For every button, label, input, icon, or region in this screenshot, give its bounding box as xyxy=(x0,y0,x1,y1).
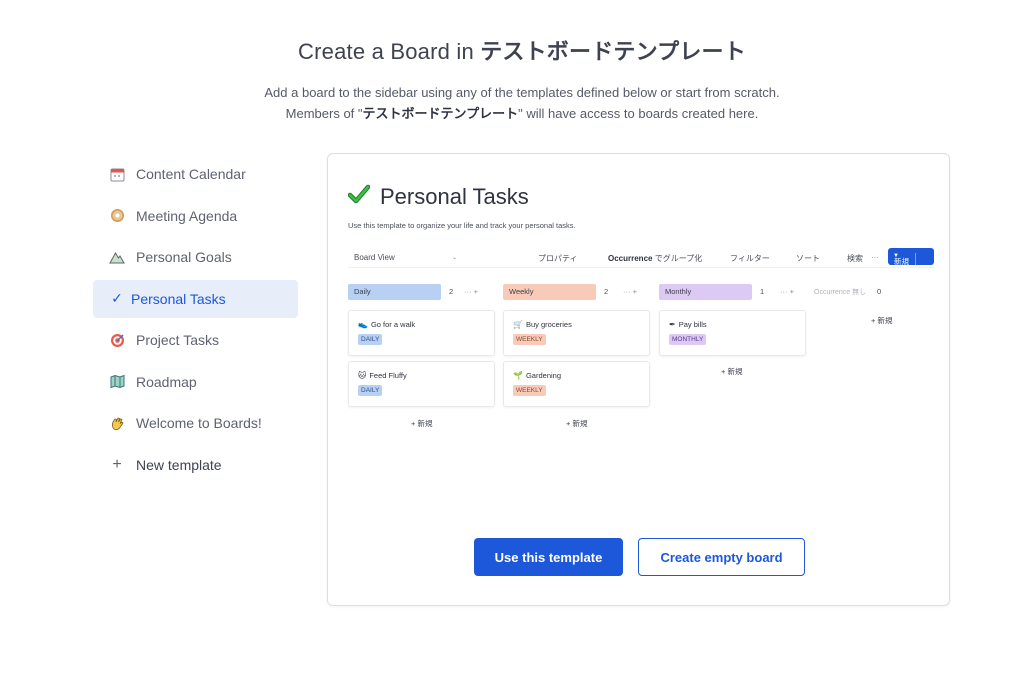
preview-description: Use this template to organize your life … xyxy=(348,221,576,230)
cat-icon: 🐱 xyxy=(358,371,367,380)
filter-button[interactable]: フィルター xyxy=(730,253,770,264)
card-title-text: Feed Fluffy xyxy=(369,371,407,380)
card-title-text: Buy groceries xyxy=(525,320,572,329)
group-header-hidden: Occurrence 無し 0 xyxy=(814,284,914,300)
template-item-label: Meeting Agenda xyxy=(136,207,238,224)
card-title: 🛒 Buy groceries xyxy=(513,320,572,329)
card-title: 👟 Go for a walk xyxy=(358,320,415,329)
more-icon[interactable]: ··· xyxy=(871,253,879,262)
group-pill[interactable]: Monthly xyxy=(659,284,752,300)
calendar-icon xyxy=(109,166,125,182)
card-tag: DAILY xyxy=(358,334,383,345)
card-tag: DAILY xyxy=(358,385,383,396)
subtitle-line-2: Members of "テストボードテンプレート" will have acce… xyxy=(0,103,1024,124)
add-card-monthly[interactable]: + 新規 xyxy=(721,366,742,377)
subtitle-prefix: Members of " xyxy=(285,106,363,121)
group-pill[interactable]: Weekly xyxy=(503,284,596,300)
template-item-label: Welcome to Boards! xyxy=(136,415,262,431)
wave-icon xyxy=(109,415,125,431)
card-feed-fluffy[interactable]: 🐱 Feed Fluffy DAILY xyxy=(348,361,495,407)
group-count: 2 xyxy=(604,287,609,296)
new-card-button[interactable]: 新規 ▼ xyxy=(888,248,934,270)
properties-button[interactable]: プロパティ xyxy=(538,253,578,264)
add-card-hidden[interactable]: + 新規 xyxy=(871,315,892,326)
template-item-roadmap[interactable]: Roadmap xyxy=(93,363,298,401)
template-item-personal-tasks[interactable]: ✓ Personal Tasks xyxy=(93,279,298,318)
cart-icon: 🛒 xyxy=(513,320,523,329)
subtitle-team-name: テストボードテンプレート xyxy=(362,106,519,121)
add-card-daily[interactable]: + 新規 xyxy=(411,418,432,429)
template-item-label: Roadmap xyxy=(136,373,197,390)
search-button[interactable]: 検索 xyxy=(847,253,863,264)
card-title-text: Pay bills xyxy=(678,320,707,329)
mountain-icon xyxy=(109,249,125,265)
donut-icon xyxy=(109,208,125,224)
template-item-meeting-agenda[interactable]: Meeting Agenda xyxy=(93,197,298,235)
template-item-label: Content Calendar xyxy=(136,166,246,182)
card-title: 🌱 Gardening xyxy=(513,371,561,380)
chevron-down-icon: ⌄ xyxy=(452,255,458,261)
template-list: Content Calendar Meeting Agenda Personal… xyxy=(93,155,298,487)
template-item-label: Personal Goals xyxy=(136,249,232,265)
plus-icon: + xyxy=(112,455,122,473)
map-icon xyxy=(109,374,125,390)
template-item-label: Personal Tasks xyxy=(131,290,226,307)
page-title: Create a Board in テストボードテンプレート xyxy=(0,34,1024,66)
card-buy-groceries[interactable]: 🛒 Buy groceries WEEKLY xyxy=(503,310,650,356)
template-preview: Personal Tasks Use this template to orga… xyxy=(327,153,950,606)
group-by-property: Occurrence xyxy=(608,254,653,263)
new-template-label: New template xyxy=(136,456,222,473)
use-template-button[interactable]: Use this template xyxy=(474,538,623,576)
page-subtitle: Add a board to the sidebar using any of … xyxy=(0,82,1024,124)
card-title-text: Go for a walk xyxy=(370,320,416,329)
group-actions[interactable]: ··· + xyxy=(623,287,637,296)
card-pay-bills[interactable]: ✒ Pay bills MONTHLY xyxy=(659,310,806,356)
subtitle-line-1: Add a board to the sidebar using any of … xyxy=(264,85,780,100)
group-count: 2 xyxy=(449,287,454,296)
shoe-icon: 👟 xyxy=(358,320,368,329)
group-actions[interactable]: ··· + xyxy=(464,287,478,296)
card-title: ✒ Pay bills xyxy=(669,320,707,329)
preview-title: Personal Tasks xyxy=(380,184,529,209)
plant-icon: 🌱 xyxy=(513,371,523,380)
card-title-text: Gardening xyxy=(525,371,561,380)
group-header-weekly: Weekly 2 ··· + xyxy=(503,284,663,300)
template-item-content-calendar[interactable]: Content Calendar xyxy=(93,155,298,193)
sort-button[interactable]: ソート xyxy=(796,253,820,264)
group-by-button[interactable]: Occurrence でグループ化 xyxy=(608,253,702,264)
card-title: 🐱 Feed Fluffy xyxy=(358,371,407,380)
group-pill[interactable]: Daily xyxy=(348,284,441,300)
board-toolbar: Board View ⌄ プロパティ Occurrence でグループ化 フィル… xyxy=(348,248,934,270)
board-view-selector[interactable]: Board View xyxy=(354,253,395,262)
card-tag: WEEKLY xyxy=(513,334,546,345)
subtitle-suffix: " will have access to boards created her… xyxy=(518,106,759,121)
group-by-suffix: でグループ化 xyxy=(652,254,703,263)
check-icon xyxy=(347,184,371,210)
group-header-daily: Daily 2 ··· + xyxy=(348,284,508,300)
template-item-project-tasks[interactable]: Project Tasks xyxy=(93,321,298,359)
group-header-monthly: Monthly 1 ··· + xyxy=(659,284,819,300)
card-tag: WEEKLY xyxy=(513,385,546,396)
group-count: 0 xyxy=(877,287,882,296)
group-count: 1 xyxy=(760,287,765,296)
new-template-button[interactable]: + New template xyxy=(93,446,298,484)
add-card-weekly[interactable]: + 新規 xyxy=(566,418,587,429)
create-empty-board-button[interactable]: Create empty board xyxy=(638,538,805,576)
card-tag: MONTHLY xyxy=(669,334,707,345)
pen-icon: ✒ xyxy=(669,320,676,329)
title-team-name: テストボードテンプレート xyxy=(480,39,746,64)
template-item-personal-goals[interactable]: Personal Goals xyxy=(93,238,298,276)
target-icon xyxy=(109,332,125,348)
chevron-down-icon[interactable]: ▼ xyxy=(888,253,899,259)
hidden-group-name[interactable]: Occurrence 無し xyxy=(814,287,866,297)
title-prefix: Create a Board in xyxy=(298,39,481,64)
card-go-for-a-walk[interactable]: 👟 Go for a walk DAILY xyxy=(348,310,495,356)
card-gardening[interactable]: 🌱 Gardening WEEKLY xyxy=(503,361,650,407)
group-actions[interactable]: ··· + xyxy=(780,287,794,296)
template-item-label: Project Tasks xyxy=(136,332,219,348)
preview-header: Personal Tasks xyxy=(347,184,529,210)
template-item-welcome[interactable]: Welcome to Boards! xyxy=(93,404,298,442)
check-icon: ✓ xyxy=(111,290,123,306)
